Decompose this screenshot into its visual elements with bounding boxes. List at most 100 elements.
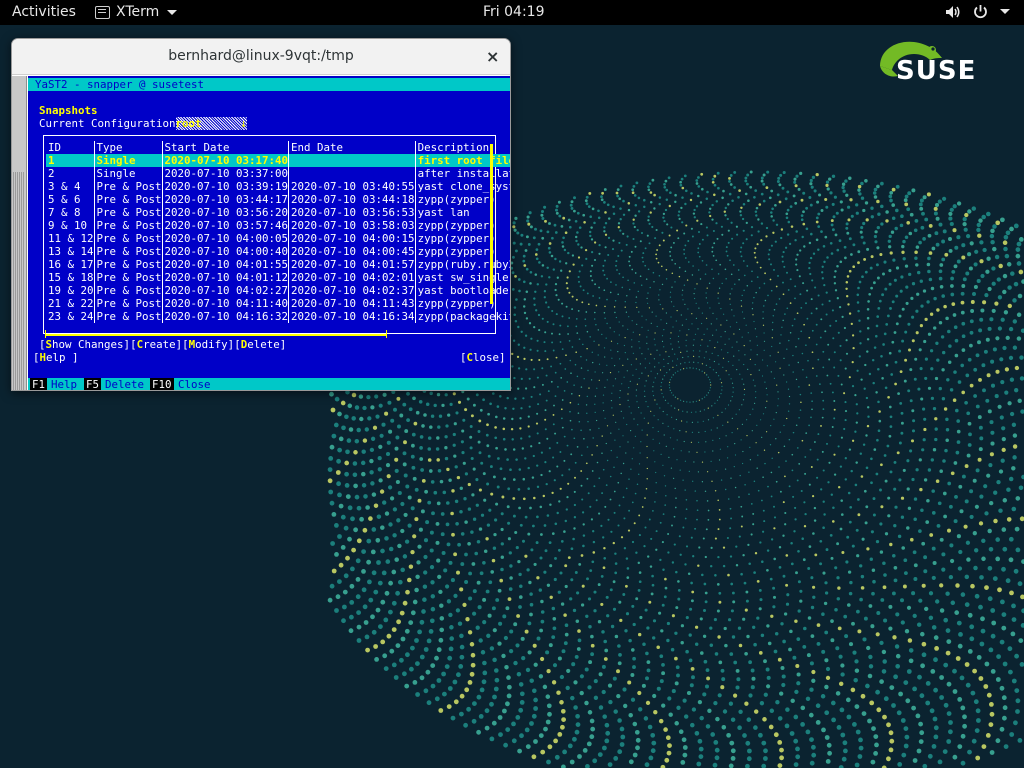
table-cell: 5 & 6 xyxy=(46,193,95,206)
table-cell: 7 & 8 xyxy=(46,206,95,219)
table-cell: yast bootloader xyxy=(417,284,511,297)
terminal-icon xyxy=(95,5,110,19)
snapshot-table[interactable]: ID Type Start Date End Date Description 1 Sin… xyxy=(46,141,511,323)
table-cell xyxy=(288,167,416,180)
table-cell: zypp(ruby.ruby2 xyxy=(417,258,511,271)
volume-icon[interactable] xyxy=(945,5,961,19)
table-cell: first root file xyxy=(415,154,510,167)
table-cell: zypp(zypper) xyxy=(417,245,496,258)
help-button[interactable]: [Help ] xyxy=(33,351,79,364)
window-title: bernhard@linux-9vqt:/tmp xyxy=(168,48,354,64)
table-cell: Pre & Post xyxy=(94,180,163,193)
table-cell: 19 & 20 xyxy=(46,284,95,297)
activities-button[interactable]: Activities xyxy=(12,4,76,20)
table-row[interactable]: 19 & 20 Pre & Post 2020-07-10 04:02:27 2020… xyxy=(46,284,511,297)
table-cell: 2020-07-10 03:44:18 xyxy=(288,193,416,206)
table-row[interactable]: 21 & 22 Pre & Post 2020-07-10 04:11:40 2020… xyxy=(46,297,510,310)
config-row: Current Configurationroot ↓ xyxy=(39,117,248,130)
table-cell: 3 & 4 xyxy=(46,180,95,193)
gnome-top-bar: Activities XTerm Fri 04:19 xyxy=(0,0,1024,25)
table-cell: 2020-07-10 04:01:12 xyxy=(162,271,290,284)
table-cell: 2020-07-10 03:37:00 xyxy=(162,167,290,180)
table-row[interactable]: 23 & 24 Pre & Post 2020-07-10 04:16:32 2020… xyxy=(46,310,510,323)
table-cell: yast clone_syst xyxy=(417,180,511,193)
table-row[interactable]: 11 & 12 Pre & Post 2020-07-10 04:00:05 2020… xyxy=(46,232,510,245)
fkey-f1[interactable]: F1 xyxy=(30,378,48,390)
table-row[interactable]: 7 & 8 Pre & Post 2020-07-10 03:56:20 2020-0… xyxy=(46,206,510,219)
system-tray[interactable] xyxy=(945,4,1010,19)
table-cell: Single xyxy=(94,154,163,167)
menu-arrow-icon[interactable] xyxy=(1000,8,1010,15)
column-header[interactable]: ID xyxy=(46,141,95,154)
table-cell: 2020-07-10 04:02:27 xyxy=(162,284,290,297)
delete-button[interactable]: [Delete] xyxy=(234,338,286,351)
suse-wordmark: SUSE xyxy=(896,56,977,86)
show-changes-button[interactable]: [Show Changes] xyxy=(39,338,130,351)
table-header: ID Type Start Date End Date Description xyxy=(46,141,510,154)
table-cell: 16 & 17 xyxy=(46,258,95,271)
config-select[interactable]: root ↓ xyxy=(175,117,248,130)
table-cell: 2020-07-10 04:02:01 xyxy=(288,271,416,284)
table-row[interactable]: 3 & 4 Pre & Post 2020-07-10 03:39:19 2020-0… xyxy=(46,180,511,193)
app-menu[interactable]: XTerm xyxy=(95,4,178,20)
close-button[interactable]: [Close] xyxy=(460,351,506,364)
table-cell: 2020-07-10 04:00:15 xyxy=(288,232,416,245)
table-cell: zypp(zypper) xyxy=(417,297,496,310)
table-cell: Pre & Post xyxy=(94,245,163,258)
table-cell: 2020-07-10 04:11:40 xyxy=(162,297,290,310)
table-cell: 2020-07-10 03:39:19 xyxy=(162,180,290,193)
create-button[interactable]: [Create] xyxy=(130,338,182,351)
modify-button[interactable]: [Modify] xyxy=(182,338,234,351)
table-cell: 2 xyxy=(46,167,95,180)
fkey-f10-label[interactable]: Close xyxy=(178,378,211,390)
fkey-f1-label[interactable]: Help xyxy=(51,378,77,390)
snapshot-table-frame[interactable]: ID Type Start Date End Date Description 1 Sin… xyxy=(43,135,510,334)
table-cell: zypp(zypper) xyxy=(417,219,496,232)
close-icon[interactable]: × xyxy=(486,47,499,66)
table-row[interactable]: 5 & 6 Pre & Post 2020-07-10 03:44:17 2020-0… xyxy=(46,193,510,206)
table-cell: Pre & Post xyxy=(94,206,163,219)
table-row[interactable]: 15 & 18 Pre & Post 2020-07-10 04:01:12 2020… xyxy=(46,271,510,284)
fkey-f10[interactable]: F10 xyxy=(150,378,174,390)
table-row[interactable]: 13 & 14 Pre & Post 2020-07-10 04:00:40 2020… xyxy=(46,245,510,258)
table-cell: 13 & 14 xyxy=(46,245,95,258)
power-icon[interactable] xyxy=(973,4,988,19)
table-row[interactable]: 1 Single 2020-07-10 03:17:40 first root fil… xyxy=(46,154,510,167)
yast-header: YaST2 - snapper @ susetest xyxy=(28,78,510,91)
table-row[interactable]: 9 & 10 Pre & Post 2020-07-10 03:57:46 2020-… xyxy=(46,219,510,232)
table-cell: 2020-07-10 03:58:03 xyxy=(288,219,416,232)
table-cell: 2020-07-10 04:00:45 xyxy=(288,245,416,258)
table-cell: 2020-07-10 04:01:57 xyxy=(288,258,416,271)
table-cell: 2020-07-10 04:16:32 xyxy=(162,310,290,323)
table-cell: zypp(zypper) xyxy=(417,232,496,245)
horizontal-scrollbar[interactable] xyxy=(45,330,387,338)
column-header[interactable]: Type xyxy=(94,141,163,154)
column-header[interactable]: Description xyxy=(415,141,510,154)
xterm-window[interactable]: bernhard@linux-9vqt:/tmp × YaST2 - snapp… xyxy=(11,38,511,391)
column-header[interactable]: End Date xyxy=(288,141,416,154)
table-cell: 11 & 12 xyxy=(46,232,95,245)
table-cell: zypp(zypper) xyxy=(417,193,496,206)
yast-screen[interactable]: YaST2 - snapper @ susetest Snapshots Cur… xyxy=(28,76,510,390)
table-cell: 2020-07-10 04:16:34 xyxy=(288,310,416,323)
fkey-f5-label[interactable]: Delete xyxy=(105,378,144,390)
table-cell: 2020-07-10 04:02:37 xyxy=(288,284,416,297)
table-cell: 2020-07-10 04:00:05 xyxy=(162,232,290,245)
app-menu-label: XTerm xyxy=(116,4,160,20)
table-row[interactable]: 2 Single 2020-07-10 03:37:00 after installa… xyxy=(46,167,510,180)
column-header[interactable]: Start Date xyxy=(162,141,290,154)
terminal-scrollbar[interactable] xyxy=(12,76,27,390)
table-row[interactable]: 16 & 17 Pre & Post 2020-07-10 04:01:55 2020… xyxy=(46,258,511,271)
table-cell: Pre & Post xyxy=(94,310,163,323)
scrollbar-thumb[interactable] xyxy=(13,172,25,390)
window-titlebar[interactable]: bernhard@linux-9vqt:/tmp × xyxy=(12,39,510,75)
table-cell: yast sw_single xyxy=(417,271,509,284)
terminal-area[interactable]: YaST2 - snapper @ susetest Snapshots Cur… xyxy=(12,76,510,390)
table-cell: 2020-07-10 03:17:40 xyxy=(162,154,290,167)
table-cell: yast lan xyxy=(417,206,470,219)
fkey-f5[interactable]: F5 xyxy=(84,378,102,390)
action-buttons: [Show Changes][Create][Modify][Delete] xyxy=(39,338,286,351)
table-cell xyxy=(288,154,416,167)
table-cell: 15 & 18 xyxy=(46,271,95,284)
clock[interactable]: Fri 04:19 xyxy=(483,4,544,20)
